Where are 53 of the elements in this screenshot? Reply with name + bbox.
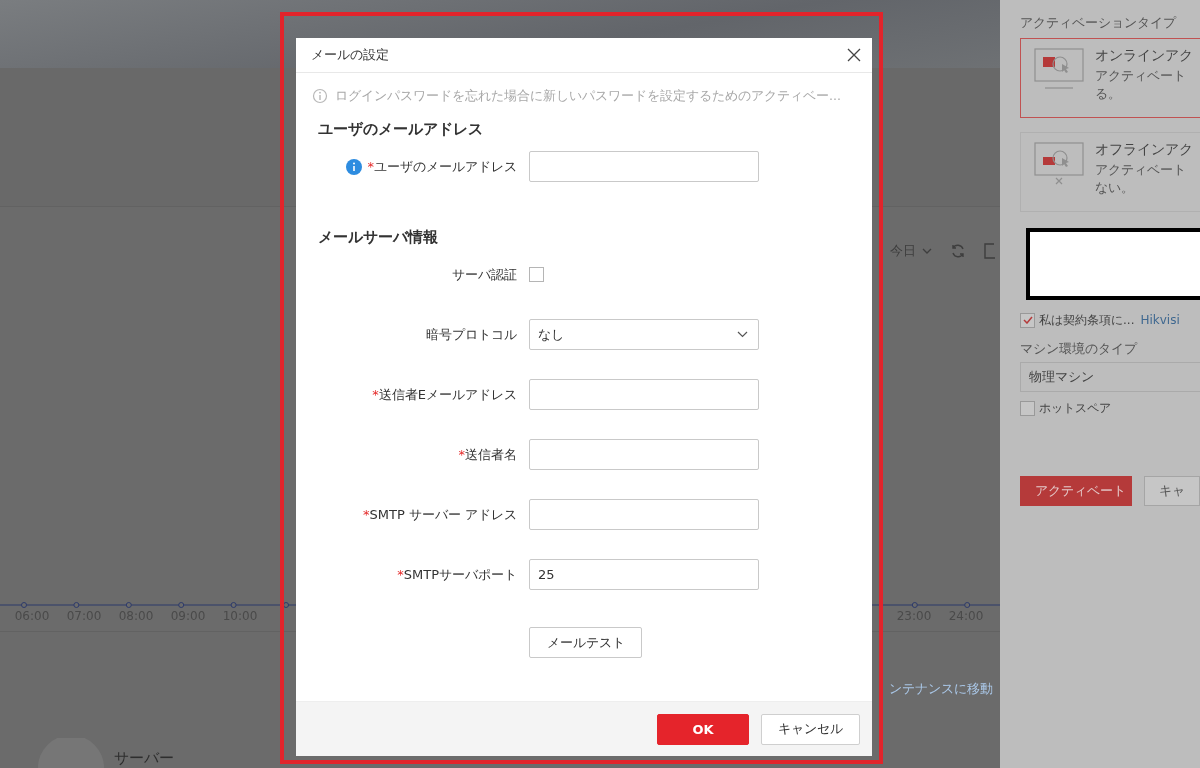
info-icon[interactable] [345,159,362,175]
checkbox[interactable] [529,267,544,282]
monitor-icon [1033,141,1085,187]
notice-text: ログインパスワードを忘れた場合に新しいパスワードを設定するためのアクティベー... [335,87,841,105]
section-heading: ユーザのメールアドレス [317,119,484,140]
server-label: サーバー [114,748,174,768]
card-description: る。 [1095,85,1122,103]
field-label: 送信者Eメールアドレス [378,386,517,404]
required-mark: * [458,446,465,464]
cancel-button[interactable]: キャ [1144,476,1200,506]
mail-test-button[interactable]: メールテスト [529,627,642,658]
machine-type-select[interactable]: 物理マシン [1020,362,1200,392]
protocol-select[interactable]: なし [529,319,759,350]
hot-spare-label: ホットスペア [1039,399,1111,417]
agree-label: 私は契約条項に... [1039,311,1135,329]
field-label: SMTP サーバー アドレス [369,506,517,524]
activation-card[interactable]: オンラインアク アクティベート る。 [1020,38,1200,118]
card-title: オフラインアク [1095,141,1193,159]
field-label: SMTPサーバポート [403,566,517,584]
card-description: ない。 [1095,179,1135,197]
input-field[interactable] [529,439,759,470]
card-description: アクティベート [1095,67,1187,85]
field-label: 送信者名 [465,446,517,464]
info-icon [312,88,328,104]
cancel-button[interactable]: キャンセル [761,713,860,745]
field-label: 暗号プロトコル [426,326,517,344]
activate-button[interactable]: アクティベート [1020,476,1132,506]
input-field[interactable] [529,151,759,182]
refresh-icon[interactable] [950,243,966,259]
field-label: ユーザのメールアドレス [374,158,517,176]
activation-card[interactable]: オフラインアク アクティベート ない。 [1020,132,1200,212]
terms-link[interactable]: Hikvisi [1140,313,1180,327]
activation-type-label: アクティベーションタイプ [1020,14,1178,32]
input-field[interactable] [529,499,759,530]
field-label: サーバ認証 [452,266,517,284]
card-description: アクティベート [1095,161,1187,179]
input-field[interactable]: 25 [529,559,759,590]
required-mark: * [363,506,370,524]
machine-type-label: マシン環境のタイプ [1020,340,1139,358]
section-heading: メールサーバ情報 [317,227,439,248]
card-title: オンラインアク [1095,47,1193,65]
agree-checkbox[interactable] [1020,312,1035,328]
input-field[interactable] [529,379,759,410]
maintenance-link[interactable]: ンテナンスに移動 [889,680,993,698]
required-mark: * [372,386,379,404]
caret-icon [922,248,932,254]
required-mark: * [367,158,374,176]
chevron-down-icon [737,331,748,338]
ok-button[interactable]: OK [657,713,749,745]
hot-spare-checkbox[interactable] [1020,400,1035,416]
required-mark: * [397,566,404,584]
close-icon[interactable] [847,48,861,62]
dialog-title: メールの設定 [311,46,389,64]
